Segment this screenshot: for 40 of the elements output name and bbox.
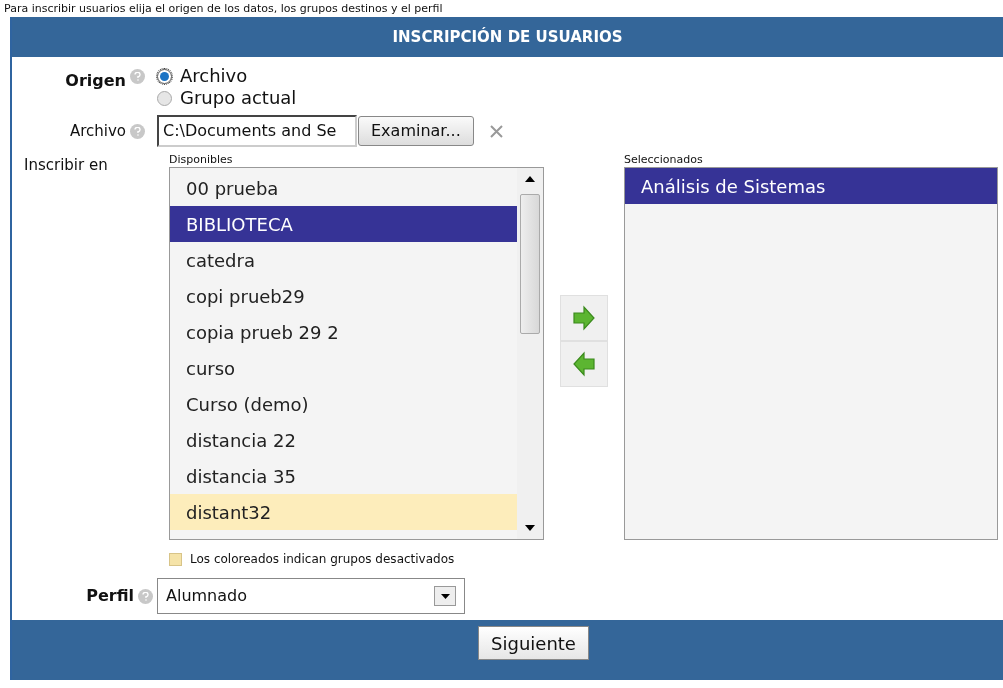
- list-item[interactable]: copia prueb 29 2: [170, 314, 517, 350]
- right-arrow-icon: [572, 304, 596, 331]
- list-item[interactable]: distancia 22: [170, 422, 517, 458]
- add-button[interactable]: [560, 294, 608, 341]
- help-icon[interactable]: [130, 69, 145, 84]
- radio-option[interactable]: Grupo actual: [157, 87, 297, 109]
- file-label: Archivo: [69, 120, 126, 142]
- dropdown-icon: [440, 593, 450, 599]
- down-arrow-icon[interactable]: [525, 525, 535, 531]
- left-arrow-icon: [572, 350, 596, 377]
- next-button[interactable]: Siguiente: [478, 626, 589, 660]
- list-item[interactable]: catedra: [170, 242, 517, 278]
- help-icon[interactable]: [130, 123, 145, 139]
- panel-header: INSCRIPCIÓN DE USUARIOS: [12, 17, 1003, 57]
- file-input-field[interactable]: C:\Documents and Se: [157, 115, 357, 147]
- selected-label: Seleccionados: [624, 153, 704, 167]
- legend-text: Los coloreados indican grupos desactivados: [190, 551, 455, 568]
- list-item[interactable]: 00 prueba: [170, 170, 517, 206]
- up-arrow-icon[interactable]: [525, 176, 535, 182]
- selected-list[interactable]: Análisis de Sistemas: [624, 167, 998, 540]
- profile-label: Perfil: [86, 585, 134, 607]
- list-item[interactable]: distancia 35: [170, 458, 517, 494]
- list-item[interactable]: Curso (demo): [170, 386, 517, 422]
- remove-button[interactable]: [560, 340, 608, 387]
- help-icon[interactable]: [138, 588, 153, 604]
- origin-label: Origen: [65, 70, 126, 92]
- browse-button[interactable]: Examinar...: [358, 116, 474, 146]
- list-item[interactable]: copi prueb29: [170, 278, 517, 314]
- available-label: Disponibles: [169, 153, 234, 167]
- list-item[interactable]: Análisis de Sistemas: [625, 168, 997, 204]
- list-item[interactable]: curso: [170, 350, 517, 386]
- scrollbar[interactable]: [517, 168, 543, 539]
- profile-select[interactable]: Alumnado: [157, 578, 465, 614]
- instructions-text: Para inscribir usuarios elija el origen de los datos, los grupos destinos y el perfil: [3, 1, 444, 17]
- radio-option[interactable]: Archivo: [157, 65, 297, 87]
- legend-swatch: [169, 552, 182, 566]
- scroll-thumb[interactable]: [520, 194, 540, 334]
- list-item[interactable]: BIBLIOTECA: [170, 206, 517, 242]
- enroll-label: Inscribir en: [24, 156, 108, 174]
- close-icon[interactable]: [489, 124, 503, 138]
